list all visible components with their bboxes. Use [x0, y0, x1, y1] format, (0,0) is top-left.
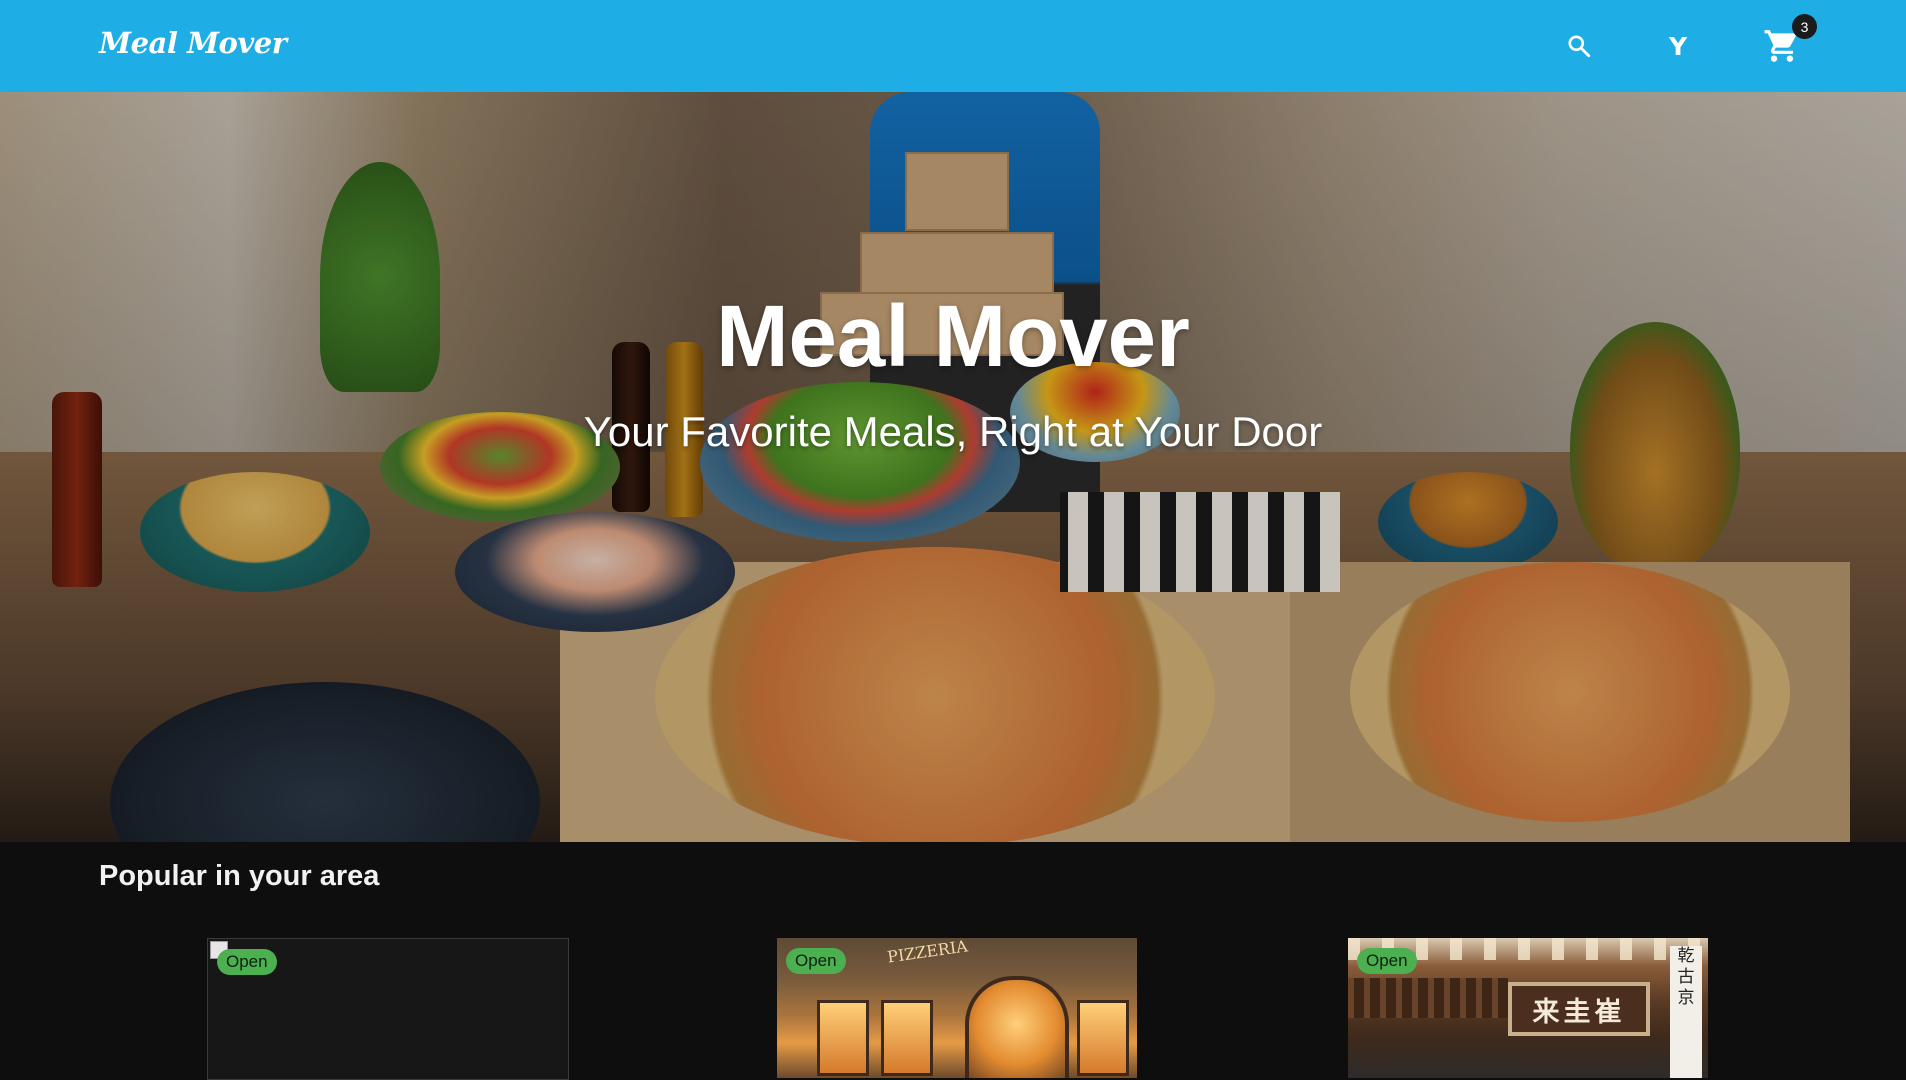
- cart-count-badge: 3: [1792, 14, 1817, 39]
- balcony: [1348, 978, 1508, 1018]
- restaurant-signboard: 来圭崔: [1508, 982, 1650, 1036]
- hero-overlay: [0, 92, 1906, 842]
- window: [881, 1000, 933, 1076]
- restaurant-card[interactable]: PIZZERIA Open: [777, 938, 1137, 1078]
- account-avatar[interactable]: Y: [1654, 22, 1702, 70]
- vertical-sign: 乾古京: [1670, 946, 1702, 1078]
- hero-subtitle: Your Favorite Meals, Right at Your Door: [583, 408, 1323, 455]
- logo[interactable]: Meal Mover: [99, 26, 287, 60]
- status-badge: Open: [217, 949, 277, 975]
- pizzeria-sign: PIZZERIA: [886, 938, 969, 967]
- arched-door: [965, 976, 1069, 1078]
- search-button[interactable]: [1555, 22, 1603, 70]
- search-icon: [1568, 35, 1591, 58]
- restaurant-card[interactable]: Open: [207, 938, 569, 1080]
- status-badge: Open: [786, 948, 846, 974]
- restaurant-card[interactable]: 来圭崔 乾古京 Open: [1348, 938, 1708, 1078]
- hero-banner: Meal Mover Your Favorite Meals, Right at…: [0, 92, 1906, 842]
- top-app-bar: Meal Mover Y 3: [0, 0, 1906, 92]
- window: [817, 1000, 869, 1076]
- window: [1077, 1000, 1129, 1076]
- hero-title: Meal Mover: [716, 288, 1190, 385]
- popular-heading: Popular in your area: [99, 860, 380, 892]
- status-badge: Open: [1357, 948, 1417, 974]
